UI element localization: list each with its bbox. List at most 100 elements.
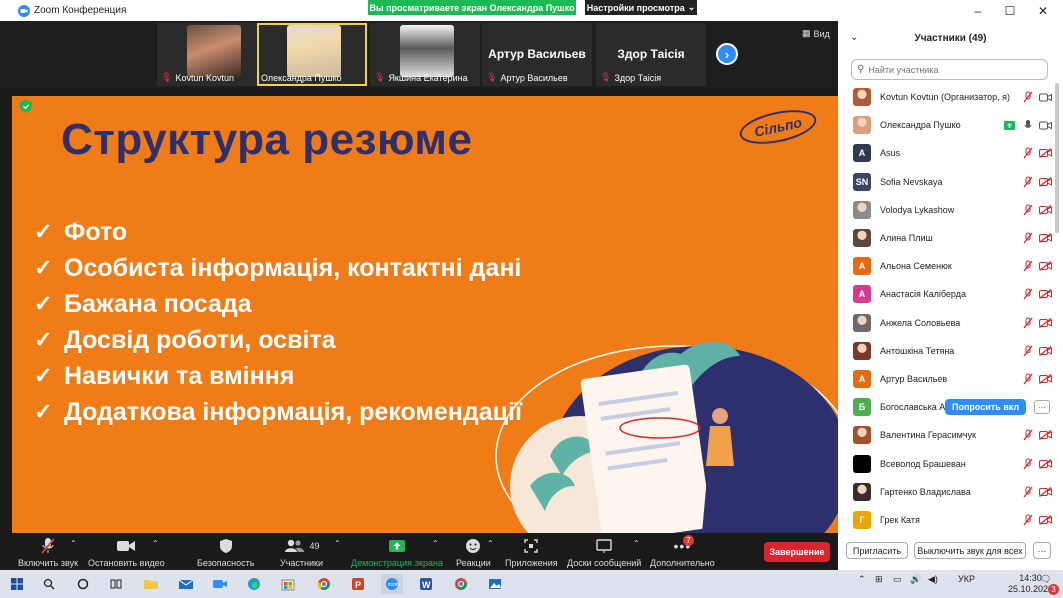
participant-row[interactable]: А Артур Васильев (838, 365, 1054, 393)
search-input[interactable] (868, 64, 1039, 75)
panel-scrollbar[interactable] (1055, 83, 1059, 233)
participant-row[interactable]: А Альона Семенюк (838, 252, 1054, 280)
avatar (853, 426, 871, 445)
checkmark-icon: ✓ (34, 219, 53, 244)
view-button[interactable]: ▦ Вид (802, 28, 830, 39)
mic-off-icon: 🎙 (374, 72, 386, 82)
checkmark-icon: ✓ (34, 399, 53, 424)
camera-off-icon (1039, 486, 1052, 498)
participant-row[interactable]: Антошкіна Тетяна (838, 337, 1054, 365)
participant-name-large: Здор Таісія (617, 47, 685, 61)
share-screen-button[interactable]: Демонстрация экрана (351, 536, 443, 568)
thumbnail-name: 🎙 Здор Таісія (600, 72, 662, 83)
participant-video (287, 25, 341, 77)
participant-row[interactable]: Всеволод Брашеван (838, 449, 1054, 477)
chrome-icon[interactable] (313, 574, 335, 594)
participant-name-large: Артур Васильев (488, 47, 586, 61)
chevron-up-icon[interactable]: ⌃ (432, 539, 439, 548)
participant-row[interactable]: Гартенко Владислава (838, 478, 1054, 506)
mute-all-button[interactable]: Выключить звук для всех (914, 542, 1026, 559)
ask-unmute-button[interactable]: Попросить вкл (945, 399, 1027, 416)
next-page-button[interactable]: › (716, 43, 738, 65)
tray-chevron-up-icon[interactable]: ⌃ (858, 574, 866, 585)
mic-off-icon (1021, 373, 1034, 385)
video-thumbnail[interactable]: Здор Таісія 🎙 Здор Таісія (596, 23, 706, 86)
security-button[interactable]: Безопасность (197, 536, 254, 568)
participant-row[interactable]: А Анастасія Калiберда (838, 280, 1054, 308)
participant-search[interactable]: ⚲ (851, 59, 1048, 80)
chevron-up-icon[interactable]: ⌃ (633, 539, 640, 548)
apps-button[interactable]: Приложения (505, 536, 558, 568)
task-view-icon[interactable] (105, 574, 127, 594)
volume-icon[interactable]: 🔊 (910, 574, 921, 585)
reactions-button[interactable]: Реакции (456, 536, 491, 568)
mic-off-icon (1021, 345, 1034, 357)
camera-off-icon (1039, 345, 1052, 357)
thumbnail-name: 🎙 Якшина Екатерина (374, 72, 468, 83)
video-thumbnail[interactable]: 🎙 Kovtun Kovtun (157, 23, 267, 86)
participants-button[interactable]: 49 Участники (280, 536, 323, 568)
participant-row[interactable]: Г Грек Катя (838, 506, 1054, 534)
participant-row[interactable]: Анжела Соловьева (838, 309, 1054, 337)
word-icon[interactable]: W (415, 574, 437, 594)
participant-row[interactable]: Алина Плиш (838, 224, 1054, 252)
volume-icon[interactable]: ◀) (928, 574, 938, 585)
close-icon: ✕ (1037, 3, 1049, 18)
participant-name: Антошкіна Тетяна (880, 345, 955, 356)
cortana-icon[interactable] (72, 574, 94, 594)
notifications-icon[interactable]: 🗨 (1040, 574, 1051, 585)
mic-off-icon (1021, 176, 1034, 188)
chevron-right-icon: › (724, 46, 730, 62)
zoom-active-icon[interactable]: zoom (381, 574, 403, 594)
invite-button[interactable]: Пригласить (846, 542, 908, 559)
participant-row[interactable]: Валентина Герасимчук (838, 421, 1054, 449)
minimize-button[interactable]: – (962, 0, 994, 21)
video-thumbnail[interactable]: Артур Васильев 🎙 Артур Васильев (482, 23, 592, 86)
video-thumbnail[interactable]: 🎙 Якшина Екатерина (370, 23, 480, 86)
mic-off-icon (1021, 147, 1034, 159)
participant-status-icons (1021, 514, 1052, 526)
shield-icon (219, 536, 233, 556)
maximize-button[interactable]: ☐ (994, 0, 1026, 21)
zoom-taskbar-icon[interactable] (209, 574, 231, 594)
participant-row[interactable]: A Asus (838, 139, 1054, 167)
bullet-list: ✓ Фото ✓ Особиста інформація, контактні да… (34, 214, 522, 430)
participant-name: Валентина Герасимчук (880, 430, 976, 441)
windows-start-icon[interactable] (6, 574, 28, 594)
view-settings-label: Настройки просмотра (586, 2, 685, 13)
participant-status-icons (1021, 147, 1052, 159)
powerpoint-icon[interactable]: P (347, 574, 369, 594)
end-meeting-button[interactable]: Завершение (764, 542, 830, 562)
battery-icon[interactable]: ▭ (893, 574, 902, 585)
chevron-up-icon[interactable]: ⌃ (334, 539, 341, 548)
mail-icon[interactable] (175, 574, 197, 594)
network-icon[interactable]: ⊞ (875, 574, 883, 585)
language-indicator[interactable]: УКР (958, 574, 975, 584)
chevron-up-icon[interactable]: ⌃ (152, 539, 159, 548)
chevron-up-icon[interactable]: ⌃ (487, 539, 494, 548)
participant-row[interactable]: Б Богославська А Попросить вкл ··· (838, 393, 1054, 421)
chevron-up-icon[interactable]: ⌃ (70, 539, 77, 548)
view-settings-button[interactable]: Настройки просмотра ⌄ (585, 0, 697, 15)
search-icon[interactable] (38, 574, 60, 594)
mic-off-icon: 🎙 (486, 72, 498, 82)
participant-row[interactable]: SN Sofia Nevskaya (838, 168, 1054, 196)
participant-row[interactable]: Олександра Пушко (838, 111, 1054, 139)
participant-row[interactable]: Volodya Lykashow (838, 196, 1054, 224)
participant-row[interactable]: Kovtun Kovtun (Организатор, я) (838, 83, 1054, 111)
photos-icon[interactable] (484, 574, 506, 594)
store-icon[interactable] (277, 574, 299, 594)
share-screen-icon (388, 536, 406, 556)
whiteboards-button[interactable]: Доски сообщений (567, 536, 641, 568)
file-explorer-icon[interactable] (140, 574, 162, 594)
close-button[interactable]: ✕ (1027, 0, 1059, 21)
mic-off-icon (40, 536, 56, 556)
participant-status-icons (1021, 91, 1052, 103)
video-thumbnail-active-speaker[interactable]: Олександра Пушко (257, 23, 367, 86)
participant-status-icons (1003, 119, 1052, 131)
avatar: А (853, 285, 871, 304)
chrome-icon[interactable] (450, 574, 472, 594)
edge-icon[interactable] (243, 574, 265, 594)
participant-more-button[interactable]: ··· (1034, 400, 1050, 415)
panel-more-button[interactable]: ··· (1033, 542, 1051, 559)
